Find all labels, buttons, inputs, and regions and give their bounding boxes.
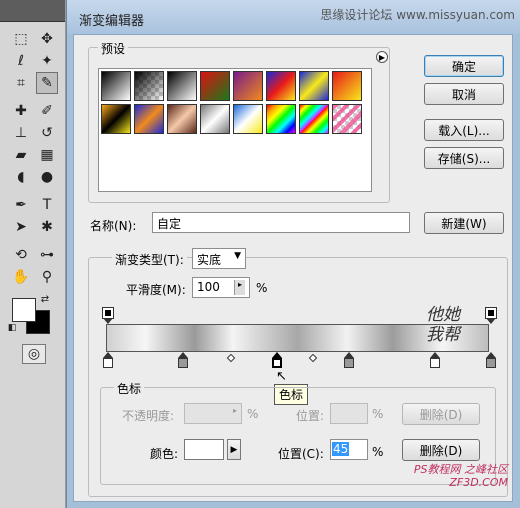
marquee-icon[interactable]: ⬚ (10, 28, 32, 50)
zoom-icon[interactable]: ⚲ (36, 266, 58, 288)
opacity-delete-button: 删除(D) (402, 403, 480, 425)
new-button[interactable]: 新建(W) (424, 212, 504, 234)
location-label: 位置(C): (278, 447, 324, 461)
opacity-label: 不透明度: (122, 409, 175, 423)
default-colors-icon[interactable]: ◧ (6, 322, 18, 334)
stamp-icon[interactable]: ⊥ (10, 122, 32, 144)
preset-swatch[interactable] (332, 71, 362, 101)
opacity-input: ▸ (184, 403, 242, 424)
tools-panel: ⬚ ✥ ℓ ✦ ⌗ ✎ ✚ ✐ ⊥ ↺ ▰ ▦ ◖ ● ✒ T ➤ ✱ ⟲ ⊶ … (0, 0, 66, 508)
presets-label: 预设 (98, 40, 129, 57)
path-select-icon[interactable]: ➤ (10, 216, 32, 238)
crop-icon[interactable]: ⌗ (10, 72, 32, 94)
swap-colors-icon[interactable]: ⇄ (38, 292, 52, 306)
preset-swatch[interactable] (233, 104, 263, 134)
preset-swatch[interactable] (101, 71, 131, 101)
opacity-stop-right[interactable] (485, 307, 497, 324)
preset-swatch[interactable] (167, 104, 197, 134)
dialog-body: 预设 ▶ 确定 取消 载入(L)... 存储(S)... 名称(N): 自定 新… (73, 34, 513, 502)
slider-arrow-icon: ▸ (232, 406, 237, 415)
3d-rotate-icon[interactable]: ⟲ (10, 244, 32, 266)
name-input[interactable]: 自定 (152, 212, 410, 233)
color-swatch[interactable] (184, 439, 224, 460)
preset-swatch[interactable] (134, 71, 164, 101)
opacity-stop-left[interactable] (102, 307, 114, 324)
dodge-icon[interactable]: ● (36, 166, 58, 188)
preset-swatch[interactable] (200, 104, 230, 134)
opacity-location-label: 位置: (296, 409, 325, 423)
preset-swatch[interactable] (299, 104, 329, 134)
name-label: 名称(N): (90, 219, 137, 233)
opacity-location-input (330, 403, 368, 424)
color-stop[interactable] (486, 352, 496, 368)
smoothness-value: 100 (197, 280, 220, 294)
watermark-bottom: PS教程网 之峰社区 ZF3D.COM (413, 463, 508, 489)
preset-swatch[interactable] (200, 71, 230, 101)
gradient-type-value: 实底 (197, 253, 222, 267)
slider-arrow-icon[interactable]: ▸ (233, 280, 245, 295)
opacity-unit: % (247, 407, 259, 421)
color-stop[interactable] (178, 352, 188, 368)
history-brush-icon[interactable]: ↺ (36, 122, 58, 144)
hand-icon[interactable]: ✋ (10, 266, 32, 288)
save-button[interactable]: 存储(S)... (424, 147, 504, 169)
handwritten-signature: 他她我帮 (426, 305, 460, 345)
opacity-location-unit: % (372, 407, 384, 421)
foreground-color-swatch[interactable] (12, 298, 36, 322)
color-stop[interactable] (344, 352, 354, 368)
ok-button[interactable]: 确定 (424, 55, 504, 77)
color-stop[interactable] (430, 352, 440, 368)
location-unit: % (372, 445, 384, 459)
smoothness-unit: % (256, 281, 268, 295)
chevron-down-icon: ▼ (234, 251, 241, 261)
window-title: 渐变编辑器 (79, 14, 145, 29)
preset-swatch[interactable] (101, 104, 131, 134)
preset-swatch[interactable] (266, 104, 296, 134)
gradient-icon[interactable]: ▦ (36, 144, 58, 166)
preset-swatch[interactable] (332, 104, 362, 134)
eraser-icon[interactable]: ▰ (10, 144, 32, 166)
cancel-button[interactable]: 取消 (424, 83, 504, 105)
gradient-type-label: 渐变类型(T): (112, 251, 187, 268)
tools-panel-header[interactable] (0, 0, 65, 22)
stops-group-label: 色标 (114, 380, 145, 397)
color-menu-arrow-icon[interactable]: ▶ (227, 439, 241, 460)
smoothness-label: 平滑度(M): (126, 283, 186, 297)
blur-icon[interactable]: ◖ (10, 166, 32, 188)
preset-swatch[interactable] (266, 71, 296, 101)
shape-icon[interactable]: ✱ (36, 216, 58, 238)
preset-swatch[interactable] (134, 104, 164, 134)
load-button[interactable]: 载入(L)... (424, 119, 504, 141)
preset-swatch[interactable] (299, 71, 329, 101)
presets-menu-icon[interactable]: ▶ (376, 51, 388, 63)
delete-button[interactable]: 删除(D) (402, 439, 480, 461)
move-icon[interactable]: ✥ (36, 28, 58, 50)
color-stop-selected[interactable] (272, 352, 282, 368)
lasso-icon[interactable]: ℓ (10, 50, 32, 72)
gradient-editor-window: 渐变编辑器 思缘设计论坛 www.missyuan.com 预设 ▶ 确定 取消… (66, 0, 520, 508)
3d-camera-icon[interactable]: ⊶ (36, 244, 58, 266)
title-bar[interactable]: 渐变编辑器 思缘设计论坛 www.missyuan.com (67, 0, 520, 34)
eyedropper-icon[interactable]: ✎ (36, 72, 58, 94)
preset-swatch[interactable] (167, 71, 197, 101)
type-icon[interactable]: T (36, 194, 58, 216)
watermark-top: 思缘设计论坛 www.missyuan.com (320, 8, 515, 22)
smoothness-input[interactable]: 100 ▸ (192, 277, 250, 298)
healing-icon[interactable]: ✚ (10, 100, 32, 122)
pen-icon[interactable]: ✒ (10, 194, 32, 216)
color-stop[interactable] (103, 352, 113, 368)
color-label: 颜色: (150, 447, 179, 461)
mouse-cursor-icon: ↖ (276, 369, 287, 384)
brush-icon[interactable]: ✐ (36, 100, 58, 122)
gradient-type-select[interactable]: 实底 ▼ (192, 248, 246, 269)
preset-swatch[interactable] (233, 71, 263, 101)
magic-wand-icon[interactable]: ✦ (36, 50, 58, 72)
presets-grid (98, 68, 372, 192)
location-input[interactable]: 45 (330, 439, 368, 460)
quick-mask-icon[interactable]: ◎ (22, 344, 46, 364)
location-value: 45 (332, 442, 350, 456)
